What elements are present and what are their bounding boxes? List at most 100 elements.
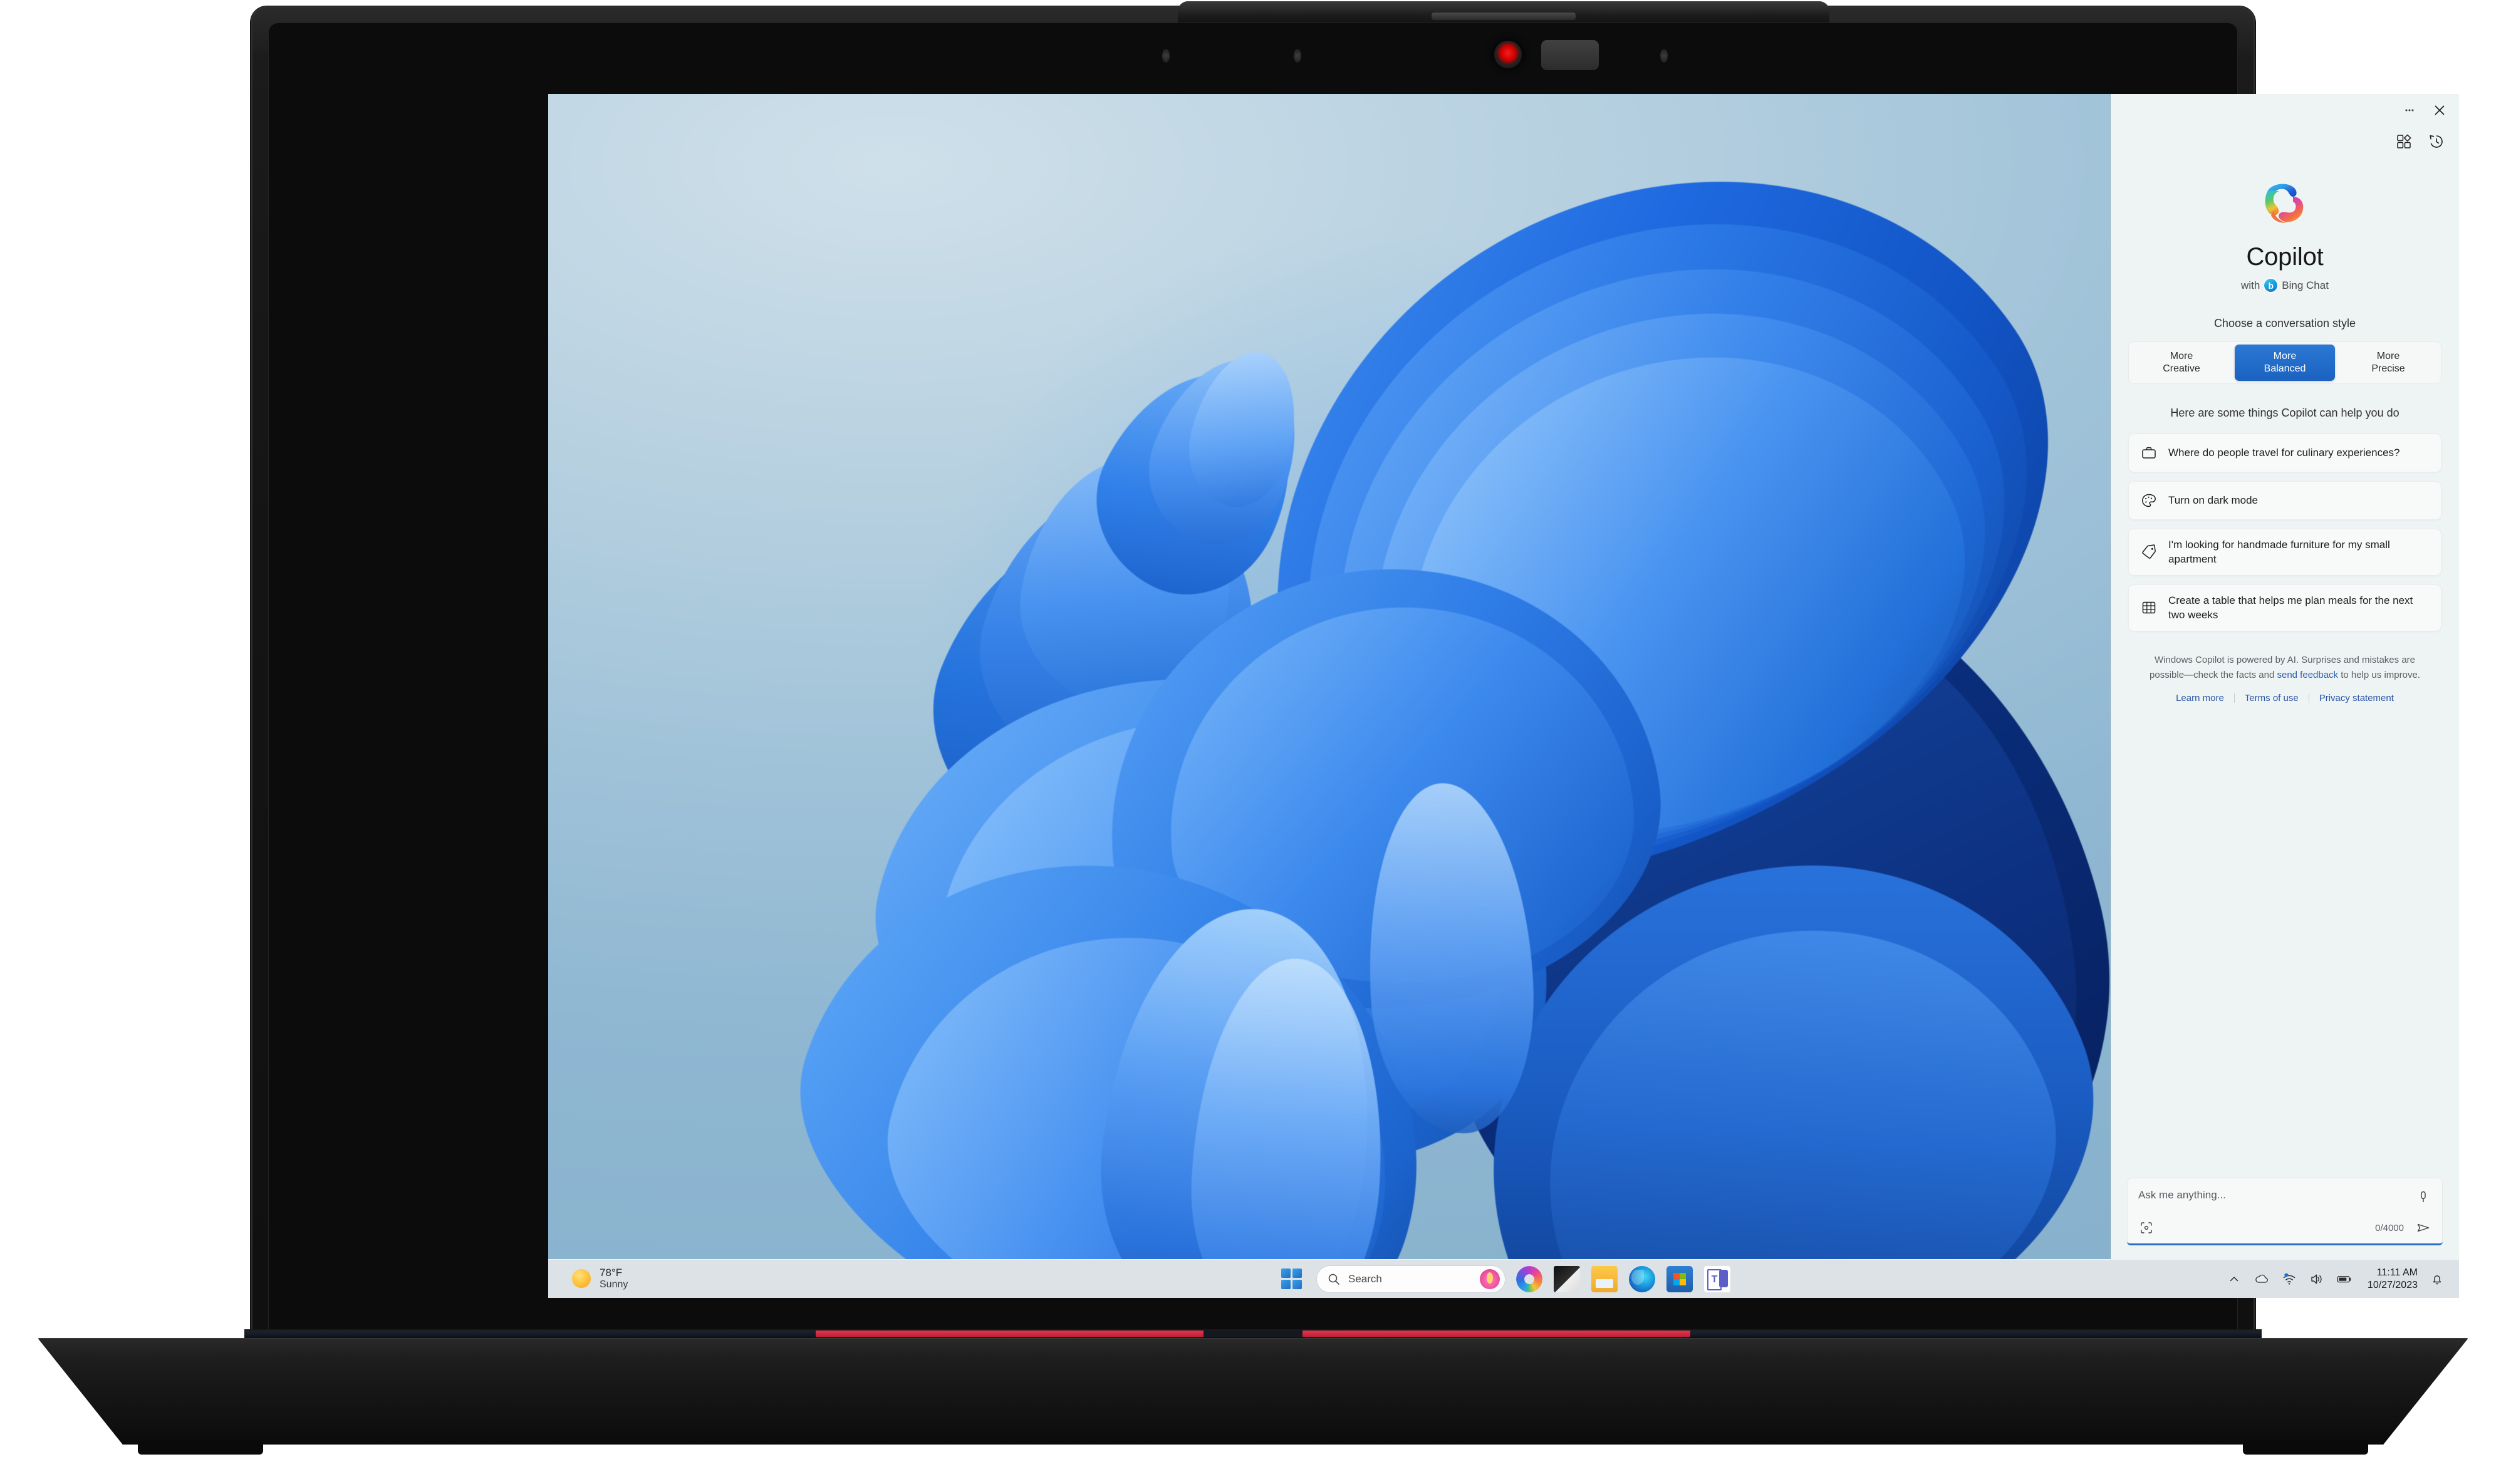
microphone-hole-left: [1162, 49, 1170, 63]
copilot-panel: Copilot with b Bing Chat Choose a conver…: [2111, 94, 2459, 1259]
send-button[interactable]: [2415, 1220, 2431, 1236]
history-icon: [2430, 135, 2443, 148]
clock-time: 11:11 AM: [2376, 1267, 2418, 1279]
taskbar-app-microsoft-store[interactable]: [1666, 1265, 1693, 1292]
briefcase-icon: [2139, 444, 2158, 462]
laptop-device: Copilot with b Bing Chat Choose a conver…: [251, 1, 2459, 1347]
copilot-toolbar: [2111, 127, 2459, 157]
search-input[interactable]: Search: [1317, 1265, 1505, 1292]
close-icon: [2435, 105, 2445, 115]
subtitle-suffix: Bing Chat: [2282, 279, 2329, 291]
ir-sensor-icon: [1541, 40, 1599, 70]
battery-icon[interactable]: [2336, 1271, 2353, 1287]
ellipsis-icon: [2405, 109, 2414, 112]
weather-text: 78°F Sunny: [600, 1267, 628, 1290]
copilot-titlebar: [2111, 94, 2459, 127]
learn-more-link[interactable]: Learn more: [2166, 693, 2234, 703]
style-line2: Balanced: [2264, 363, 2306, 374]
lotus-icon[interactable]: [1480, 1269, 1500, 1289]
tag-icon: [2139, 542, 2158, 561]
conversation-style-group: More Creative More Balanced More Precise: [2128, 341, 2441, 384]
keyboard-edge: [244, 1329, 2262, 1338]
weather-condition: Sunny: [600, 1279, 628, 1290]
screen: Copilot with b Bing Chat Choose a conver…: [548, 94, 2459, 1298]
suggestions-list: Where do people travel for culinary expe…: [2128, 433, 2441, 631]
bing-badge-icon: b: [2264, 279, 2278, 292]
suggestion-text: Where do people travel for culinary expe…: [2168, 447, 2400, 459]
send-feedback-link[interactable]: send feedback: [2277, 670, 2338, 680]
more-options-button[interactable]: [2396, 99, 2423, 122]
chevron-up-icon[interactable]: [2226, 1271, 2242, 1287]
subtitle-prefix: with: [2241, 279, 2260, 291]
system-tray: 11:11 AM 10/27/2023: [2226, 1267, 2445, 1290]
suggestion-text: Create a table that helps me plan meals …: [2168, 594, 2413, 621]
microphone-hole-mid: [1294, 49, 1301, 63]
taskbar: 78°F Sunny Search T 11:11 AM 10/27/2023: [548, 1259, 2459, 1298]
style-option-more-balanced[interactable]: More Balanced: [2235, 345, 2335, 381]
style-line1: More: [2376, 351, 2400, 361]
copilot-subtitle: with b Bing Chat: [2111, 279, 2459, 292]
style-line2: Precise: [2371, 363, 2405, 374]
suggestion-card-dark-mode[interactable]: Turn on dark mode: [2128, 481, 2441, 520]
sun-icon: [572, 1269, 591, 1289]
send-icon: [2417, 1223, 2430, 1232]
taskbar-center-group: Search: [1277, 1265, 1730, 1294]
style-line1: More: [2170, 351, 2193, 361]
chat-input-box[interactable]: Ask me anything... 0/4000: [2127, 1178, 2443, 1245]
suggestions-label: Here are some things Copilot can help yo…: [2170, 407, 2399, 419]
webcam-icon: [1494, 41, 1522, 68]
character-counter: 0/4000: [2375, 1222, 2404, 1233]
taskbar-app-teams[interactable]: [1704, 1265, 1730, 1292]
laptop-base: [38, 1329, 2468, 1467]
style-line1: More: [2273, 351, 2297, 361]
page-title: Copilot: [2246, 243, 2324, 271]
search-placeholder: Search: [1348, 1272, 1382, 1285]
taskbar-app-lenovo[interactable]: [1554, 1265, 1580, 1292]
suggestion-card-meal-table[interactable]: Create a table that helps me plan meals …: [2128, 584, 2441, 631]
speaker-icon[interactable]: [2309, 1271, 2325, 1287]
style-option-more-precise[interactable]: More Precise: [2338, 345, 2438, 381]
suggestion-card-travel[interactable]: Where do people travel for culinary expe…: [2128, 433, 2441, 472]
copilot-input-area: Ask me anything... 0/4000: [2111, 1178, 2459, 1259]
suggestion-text: I'm looking for handmade furniture for m…: [2168, 539, 2390, 566]
microphone-icon: [2421, 1191, 2426, 1202]
plugins-icon: [2397, 134, 2411, 148]
start-button[interactable]: [1277, 1265, 1306, 1294]
conversation-style-label: Choose a conversation style: [2213, 317, 2356, 329]
wifi-icon[interactable]: [2281, 1271, 2297, 1287]
clock[interactable]: 11:11 AM 10/27/2023: [2368, 1267, 2418, 1290]
style-option-more-creative[interactable]: More Creative: [2131, 345, 2232, 381]
weather-widget[interactable]: 78°F Sunny: [566, 1264, 634, 1293]
table-icon: [2139, 598, 2158, 617]
taskbar-app-file-explorer[interactable]: [1591, 1265, 1618, 1292]
copilot-logo-icon: [2258, 175, 2312, 229]
disclaimer-text-part2: to help us improve.: [2338, 669, 2420, 680]
scan-icon: [2141, 1222, 2152, 1233]
microphone-hole-right: [1660, 49, 1668, 63]
bloom-graphic: [747, 94, 2175, 1259]
scan-button[interactable]: [2138, 1220, 2155, 1236]
microphone-button[interactable]: [2415, 1189, 2431, 1205]
base-chassis: [38, 1338, 2468, 1445]
suggestion-text: Turn on dark mode: [2168, 494, 2258, 507]
suggestion-card-furniture[interactable]: I'm looking for handmade furniture for m…: [2128, 529, 2441, 576]
close-button[interactable]: [2426, 99, 2453, 122]
copilot-disclaimer: Windows Copilot is powered by AI. Surpri…: [2137, 653, 2433, 683]
privacy-statement-link[interactable]: Privacy statement: [2309, 693, 2404, 703]
copilot-hero: Copilot with b Bing Chat: [2111, 175, 2459, 292]
plugins-button[interactable]: [2393, 130, 2415, 153]
weather-temperature: 78°F: [600, 1267, 623, 1279]
search-icon: [1328, 1274, 1339, 1285]
terms-of-use-link[interactable]: Terms of use: [2235, 693, 2309, 703]
base-foot-right: [2243, 1441, 2368, 1455]
palette-icon: [2139, 491, 2158, 510]
style-line2: Creative: [2163, 363, 2200, 374]
history-button[interactable]: [2425, 130, 2448, 153]
cloud-icon[interactable]: [2254, 1271, 2270, 1287]
bell-icon[interactable]: [2429, 1271, 2445, 1287]
chat-input-placeholder[interactable]: Ask me anything...: [2138, 1189, 2415, 1201]
taskbar-app-copilot[interactable]: [1516, 1265, 1542, 1292]
copilot-footer-links: Learn more Terms of use Privacy statemen…: [2111, 693, 2459, 703]
windows-logo-icon: [1281, 1269, 1302, 1289]
taskbar-app-edge[interactable]: [1629, 1265, 1655, 1292]
